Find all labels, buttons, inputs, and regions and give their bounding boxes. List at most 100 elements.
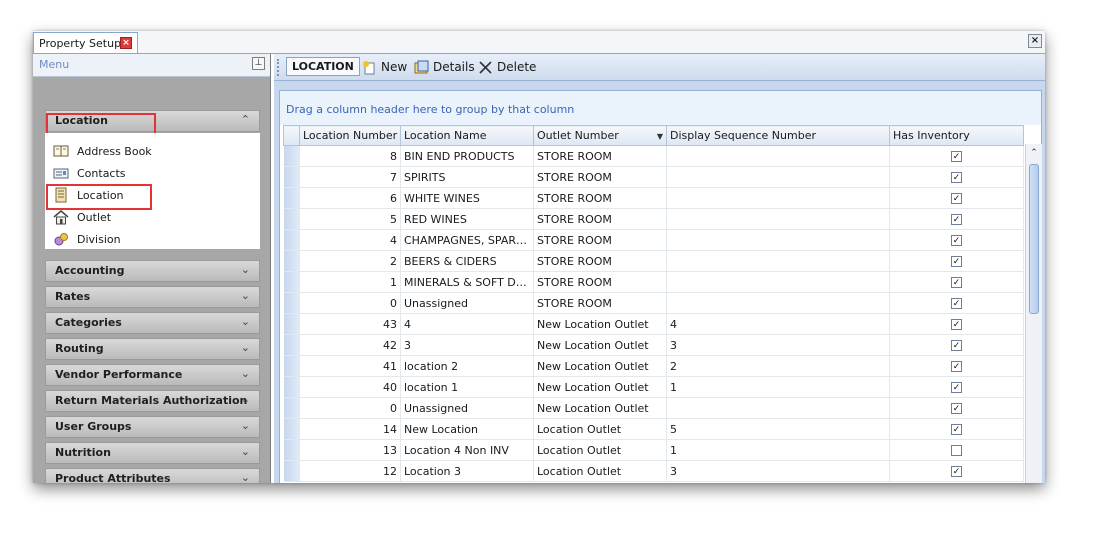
table-row[interactable]: 42 3 New Location Outlet 3 ✓ [283, 334, 1024, 356]
row-indicator[interactable] [283, 229, 300, 251]
checkbox-checked[interactable]: ✓ [951, 382, 962, 393]
cell-location-number[interactable]: 0 [299, 292, 401, 314]
cell-outlet-number[interactable]: New Location Outlet [533, 376, 667, 398]
details-button[interactable]: Details [414, 58, 475, 76]
row-indicator[interactable] [283, 439, 300, 461]
cell-outlet-number[interactable]: New Location Outlet [533, 334, 667, 356]
cell-location-number[interactable]: 1 [299, 271, 401, 293]
row-indicator[interactable] [283, 418, 300, 440]
nav-item-contacts[interactable]: Contacts [53, 163, 126, 183]
nav-group-routing[interactable]: Routing ⌄ [45, 338, 260, 360]
cell-location-number[interactable]: 14 [299, 418, 401, 440]
cell-outlet-number[interactable]: STORE ROOM [533, 187, 667, 209]
scrollbar-thumb[interactable] [1029, 164, 1039, 314]
checkbox-checked[interactable]: ✓ [951, 403, 962, 414]
toolbar-grip[interactable] [277, 59, 282, 76]
pin-icon[interactable]: ⊥ [252, 57, 265, 70]
nav-group-nutrition[interactable]: Nutrition ⌄ [45, 442, 260, 464]
cell-location-name[interactable]: Location 4 Non INV [400, 439, 534, 461]
cell-location-name[interactable]: New Location [400, 418, 534, 440]
cell-location-name[interactable]: Unassigned [400, 397, 534, 419]
cell-location-name[interactable]: WHITE WINES [400, 187, 534, 209]
cell-location-number[interactable]: 2 [299, 250, 401, 272]
cell-outlet-number[interactable]: New Location Outlet [533, 397, 667, 419]
row-indicator[interactable] [283, 460, 300, 482]
nav-group-vendor-performance[interactable]: Vendor Performance ⌄ [45, 364, 260, 386]
table-row[interactable]: 4CHAMPAGNES, SPARKLINGSTORE ROOM ✓ [283, 229, 1024, 251]
cell-location-number[interactable]: 40 [299, 376, 401, 398]
cell-outlet-number[interactable]: STORE ROOM [533, 208, 667, 230]
table-row[interactable]: 8 BIN END PRODUCTS STORE ROOM ✓ [283, 145, 1024, 167]
row-indicator[interactable] [283, 187, 300, 209]
cell-display-sequence-number[interactable]: 1 [666, 376, 890, 398]
checkbox-checked[interactable]: ✓ [951, 361, 962, 372]
row-indicator[interactable] [283, 250, 300, 272]
cell-outlet-number[interactable]: STORE ROOM [533, 145, 667, 167]
column-header-has-inventory[interactable]: Has Inventory [889, 125, 1024, 146]
cell-outlet-number[interactable]: Location Outlet [533, 439, 667, 461]
nav-group-rates[interactable]: Rates ⌄ [45, 286, 260, 308]
nav-item-address-book[interactable]: Address Book [53, 141, 152, 161]
table-row[interactable]: 14 New Location Location Outlet 5 ✓ [283, 418, 1024, 440]
checkbox-checked[interactable]: ✓ [951, 172, 962, 183]
nav-group-accounting[interactable]: Accounting ⌄ [45, 260, 260, 282]
row-indicator[interactable] [283, 355, 300, 377]
cell-location-number[interactable]: 13 [299, 439, 401, 461]
cell-location-name[interactable]: BEERS & CIDERS [400, 250, 534, 272]
table-row[interactable]: 13 Location 4 Non INV Location Outlet 1 [283, 439, 1024, 461]
vertical-scrollbar[interactable]: ⌃ [1025, 144, 1042, 483]
table-row[interactable]: 0 Unassigned New Location Outlet ✓ [283, 397, 1024, 419]
cell-location-number[interactable]: 7 [299, 166, 401, 188]
checkbox-checked[interactable]: ✓ [951, 340, 962, 351]
table-row[interactable]: 7 SPIRITS STORE ROOM ✓ [283, 166, 1024, 188]
checkbox-checked[interactable]: ✓ [951, 298, 962, 309]
cell-location-name[interactable]: 4 [400, 313, 534, 335]
checkbox-checked[interactable]: ✓ [951, 151, 962, 162]
cell-location-number[interactable]: 0 [299, 397, 401, 419]
cell-location-number[interactable]: 5 [299, 208, 401, 230]
cell-display-sequence-number[interactable] [666, 145, 890, 167]
row-indicator[interactable] [283, 376, 300, 398]
row-indicator[interactable] [283, 145, 300, 167]
table-row[interactable]: 41 location 2 New Location Outlet 2 ✓ [283, 355, 1024, 377]
table-row[interactable]: 40 location 1 New Location Outlet 1 ✓ [283, 376, 1024, 398]
table-row[interactable]: 5 RED WINES STORE ROOM ✓ [283, 208, 1024, 230]
row-indicator[interactable] [283, 166, 300, 188]
cell-location-number[interactable]: 12 [299, 460, 401, 482]
cell-outlet-number[interactable]: Location Outlet [533, 460, 667, 482]
cell-location-name[interactable]: Unassigned [400, 292, 534, 314]
row-indicator[interactable] [283, 313, 300, 335]
cell-location-number[interactable]: 8 [299, 145, 401, 167]
cell-display-sequence-number[interactable]: 3 [666, 460, 890, 482]
nav-item-outlet[interactable]: Outlet [53, 207, 111, 227]
cell-location-name[interactable]: Location 3 [400, 460, 534, 482]
table-row[interactable]: 12 Location 3 Location Outlet 3 ✓ [283, 460, 1024, 482]
cell-display-sequence-number[interactable] [666, 187, 890, 209]
cell-location-number[interactable]: 6 [299, 187, 401, 209]
table-row[interactable]: 2 BEERS & CIDERS STORE ROOM ✓ [283, 250, 1024, 272]
cell-outlet-number[interactable]: STORE ROOM [533, 292, 667, 314]
checkbox-checked[interactable]: ✓ [951, 193, 962, 204]
nav-group-user-groups[interactable]: User Groups ⌄ [45, 416, 260, 438]
cell-location-name[interactable]: SPIRITS [400, 166, 534, 188]
cell-outlet-number[interactable]: STORE ROOM [533, 271, 667, 293]
cell-display-sequence-number[interactable]: 5 [666, 418, 890, 440]
nav-group-product-attributes[interactable]: Product Attributes ⌄ [45, 468, 260, 483]
checkbox-checked[interactable]: ✓ [951, 277, 962, 288]
close-icon[interactable]: × [1028, 34, 1042, 48]
cell-display-sequence-number[interactable] [666, 208, 890, 230]
group-by-panel[interactable]: Drag a column header here to group by th… [280, 91, 1041, 125]
checkbox-checked[interactable]: ✓ [951, 235, 962, 246]
cell-outlet-number[interactable]: New Location Outlet [533, 355, 667, 377]
column-header-location-number[interactable]: Location Number [299, 125, 401, 146]
scroll-up-icon[interactable]: ⌃ [1027, 146, 1041, 160]
row-indicator[interactable] [283, 334, 300, 356]
cell-location-name[interactable]: BIN END PRODUCTS [400, 145, 534, 167]
cell-outlet-number[interactable]: STORE ROOM [533, 229, 667, 251]
close-icon[interactable]: × [120, 37, 132, 49]
column-header-display-sequence-number[interactable]: Display Sequence Number [666, 125, 890, 146]
filter-icon[interactable]: ▼ [657, 132, 663, 141]
row-indicator[interactable] [283, 271, 300, 293]
column-header-location-name[interactable]: Location Name [400, 125, 534, 146]
cell-outlet-number[interactable]: STORE ROOM [533, 250, 667, 272]
